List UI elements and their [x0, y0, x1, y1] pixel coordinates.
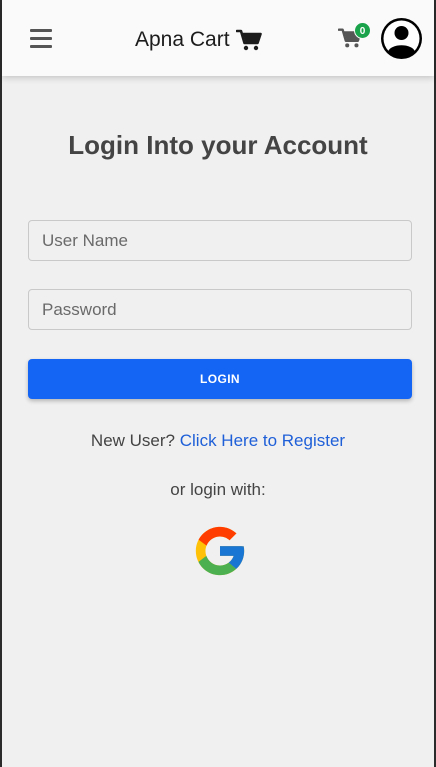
- new-user-text: New User?: [90, 431, 176, 450]
- register-link[interactable]: Click Here to Register: [180, 431, 345, 450]
- google-logo-icon[interactable]: [191, 522, 249, 580]
- username-input[interactable]: [28, 220, 412, 261]
- brand-name: Apna Cart: [135, 28, 230, 51]
- cart-button[interactable]: 0: [338, 22, 372, 51]
- app-frame: Apna Cart 0 Login Into your Account User…: [0, 0, 436, 767]
- alt-login-label: or login with:: [170, 480, 266, 499]
- cart-count-badge: 0: [354, 22, 371, 39]
- avatar-silhouette: [383, 20, 420, 59]
- register-prompt: New User? Click Here to Register: [2, 431, 434, 451]
- shopping-cart-icon: [235, 29, 262, 51]
- brand-logo[interactable]: Apna Cart: [135, 26, 262, 54]
- hamburger-menu-icon[interactable]: [30, 29, 52, 49]
- user-avatar-icon[interactable]: [381, 18, 422, 59]
- password-input[interactable]: [28, 289, 412, 330]
- google-g-mark: [195, 526, 245, 576]
- top-app-bar: Apna Cart 0: [2, 0, 434, 76]
- login-button[interactable]: LOGIN: [28, 359, 412, 399]
- page-title: Login Into your Account: [68, 130, 368, 160]
